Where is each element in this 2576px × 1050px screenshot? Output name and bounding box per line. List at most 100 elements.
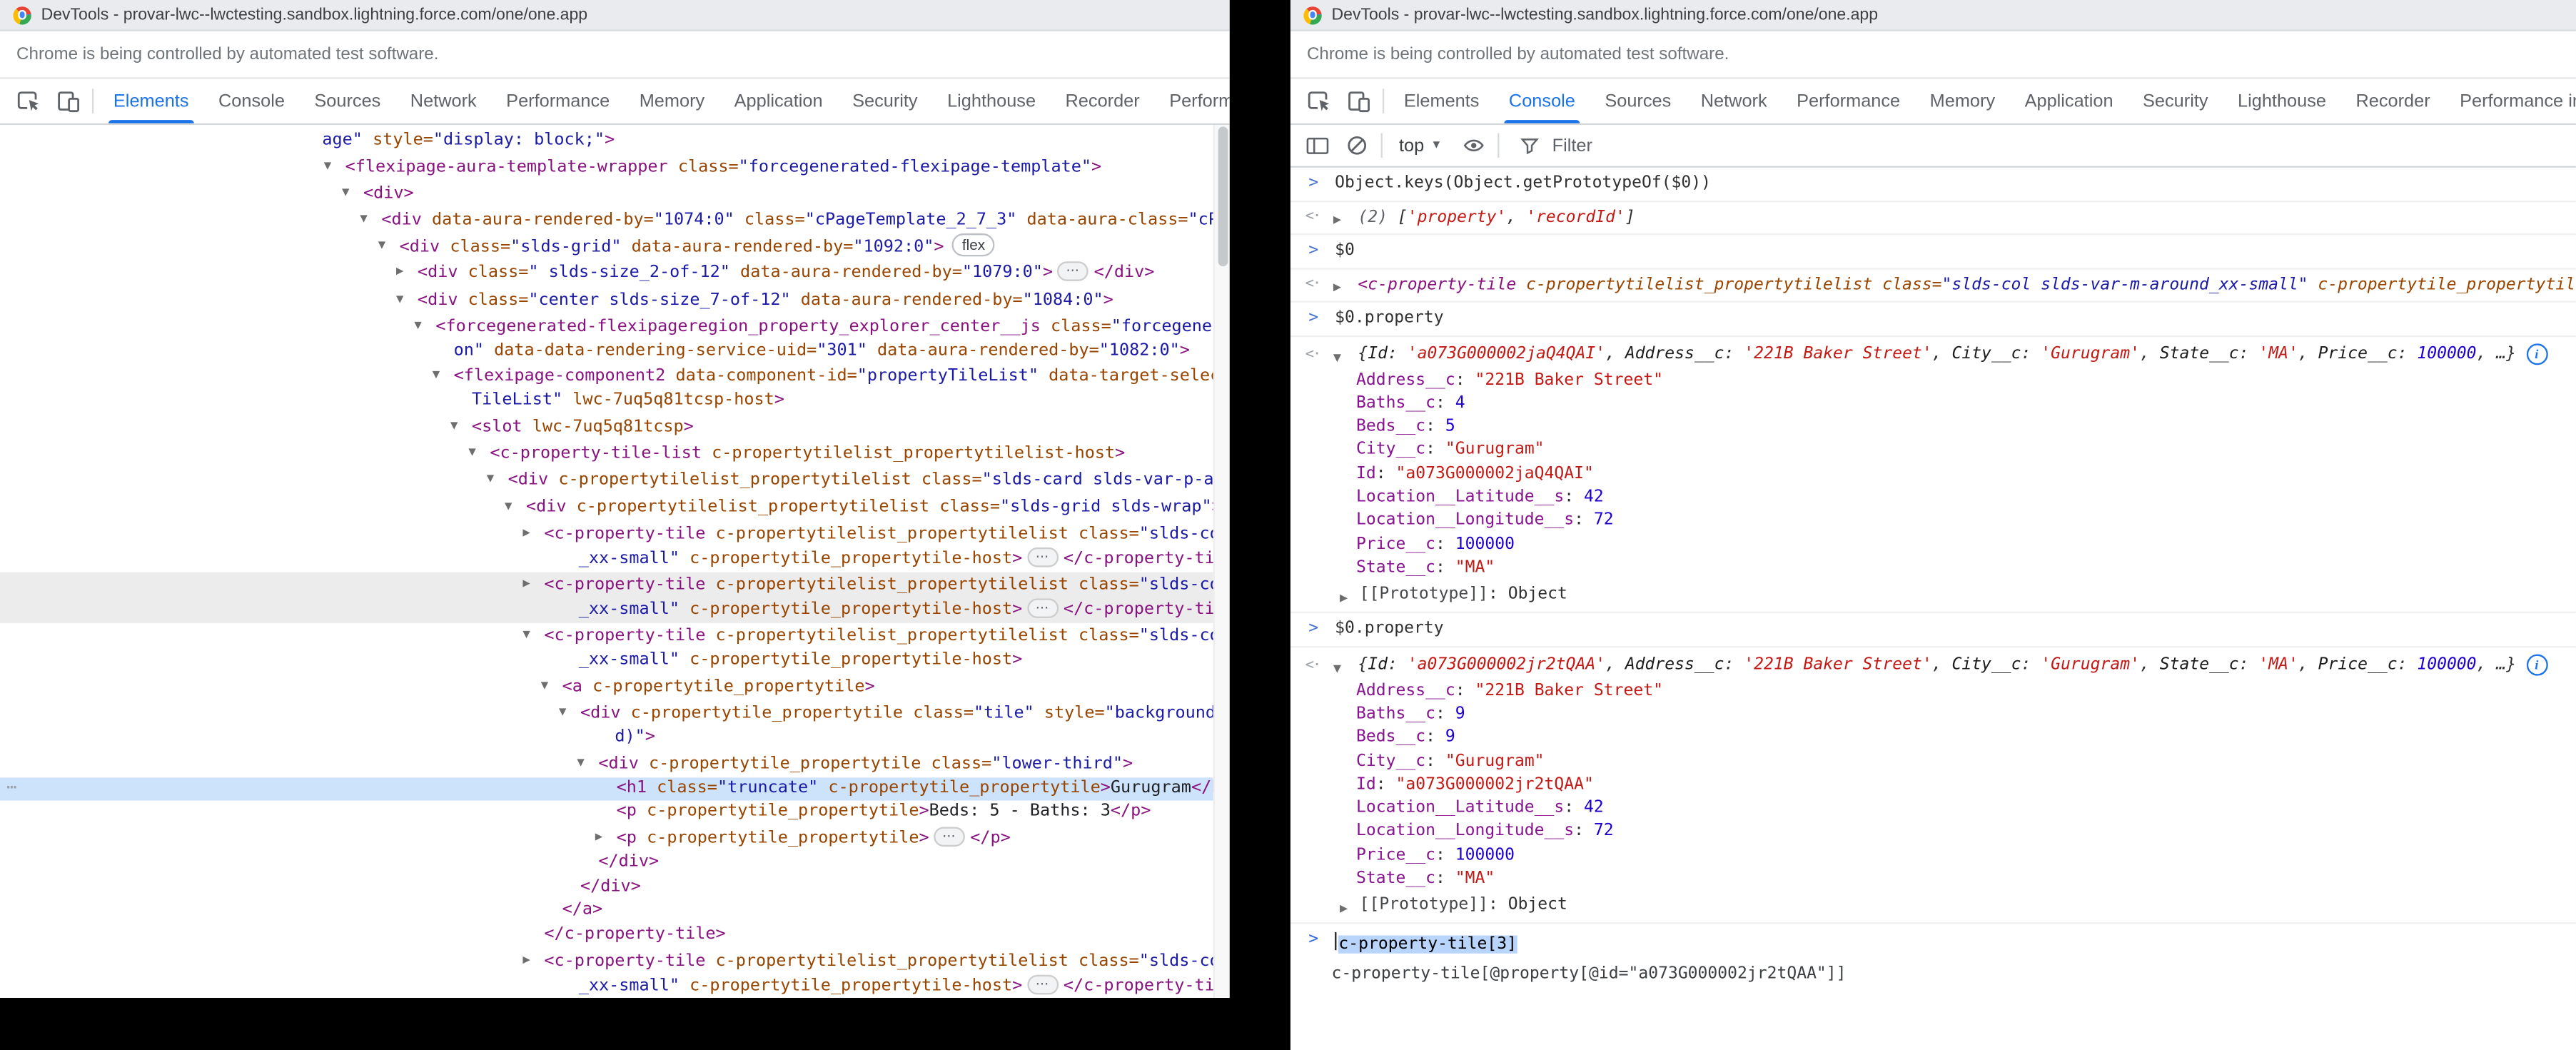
object-preview-row[interactable]: <· ▼ {Id: 'a073G000002jaQ4QAI', Address__c… (1290, 341, 2576, 366)
object-property-row[interactable]: Address__c: "221B Baker Street" (1356, 680, 2576, 704)
expand-arrow-icon[interactable]: ▶ (1333, 276, 1341, 298)
dom-tree-line[interactable]: d)"> (0, 727, 1215, 751)
collapse-arrow-icon[interactable]: ▼ (1333, 344, 1341, 369)
console-result[interactable]: <· ▶ (2) ['property', 'recordId'] (1290, 201, 2576, 236)
dom-tree-line[interactable]: ▼ <div c-propertytilelist_propertytilelis… (0, 494, 1215, 521)
dom-tree-line[interactable]: _xx-small" c-propertytile_propertytile-h… (0, 974, 1215, 998)
object-property-row[interactable]: Location__Longitude__s: 72 (1356, 510, 2576, 534)
tab-security[interactable]: Security (2128, 79, 2223, 123)
device-toolbar-icon[interactable] (1338, 81, 1378, 121)
dom-tree-line[interactable]: ▼ <c-property-tile-list c-propertytilelis… (0, 441, 1215, 468)
object-property-row[interactable]: Beds__c: 5 (1356, 416, 2576, 440)
dom-tree-line[interactable]: ▼ <a c-propertytile_propertytile> (0, 674, 1215, 700)
expand-arrow-icon[interactable]: ▶ (595, 825, 617, 849)
live-expression-eye-icon[interactable] (1453, 126, 1492, 165)
console-input-text[interactable]: c-property-tile[3] (1338, 935, 1517, 953)
dom-tree-line[interactable]: _xx-small" c-propertytile_propertytile-h… (0, 547, 1215, 572)
titlebar[interactable]: DevTools - provar-lwc--lwctesting.sandbo… (1290, 0, 2576, 31)
collapse-arrow-icon[interactable]: ▼ (1333, 655, 1341, 680)
tab-lighthouse[interactable]: Lighthouse (2223, 79, 2340, 123)
show-more-button[interactable]: ⋯ (1027, 598, 1059, 619)
collapse-arrow-icon[interactable]: ▼ (433, 364, 454, 388)
expand-arrow-icon[interactable]: ▶ (1340, 585, 1348, 610)
object-preview-row[interactable]: <· ▼ {Id: 'a073G000002jr2tQAA', Address__c… (1290, 652, 2576, 677)
tab-lighthouse[interactable]: Lighthouse (932, 79, 1050, 123)
object-property-row[interactable]: Price__c: 100000 (1356, 534, 2576, 557)
dom-tree-line[interactable]: ▶ <div class=" slds-size_2-of-12" data-au… (0, 261, 1215, 287)
tab-elements[interactable]: Elements (1389, 79, 1494, 123)
collapse-arrow-icon[interactable]: ▼ (342, 181, 363, 205)
tab-console[interactable]: Console (203, 79, 299, 123)
dom-tree-line[interactable]: </a> (0, 900, 1215, 924)
object-property-row[interactable]: Location__Longitude__s: 72 (1356, 821, 2576, 844)
collapse-arrow-icon[interactable]: ▼ (378, 234, 400, 258)
dom-tree-line[interactable]: TileList" lwc-7uq5q81tcsp-host> (0, 390, 1215, 415)
flex-badge[interactable]: flex (952, 233, 995, 256)
tab-performance-insights[interactable]: Performance insights (1154, 79, 1230, 123)
dom-tree-line[interactable]: ▼ <flexipage-component2 data-component-id… (0, 364, 1215, 390)
collapse-arrow-icon[interactable]: ▼ (541, 674, 562, 698)
javascript-context-selector[interactable]: top ▼ (1388, 136, 1454, 156)
console-command[interactable]: > $0.property (1290, 613, 2576, 647)
tab-application[interactable]: Application (719, 79, 837, 123)
dom-tree-line[interactable]: ▶ <c-property-tile c-propertytilelist_pro… (0, 572, 1215, 599)
show-more-button[interactable]: ⋯ (934, 827, 966, 847)
expand-arrow-icon[interactable]: ▶ (522, 521, 544, 545)
dom-tree-line[interactable]: ▶ <c-property-tile c-propertytilelist_pro… (0, 521, 1215, 547)
expand-arrow-icon[interactable]: ▶ (1333, 208, 1341, 230)
collapse-arrow-icon[interactable]: ▼ (559, 700, 580, 725)
clear-console-icon[interactable] (1336, 126, 1375, 165)
collapse-arrow-icon[interactable]: ▼ (468, 441, 490, 465)
tab-application[interactable]: Application (2010, 79, 2128, 123)
collapse-arrow-icon[interactable]: ▼ (505, 495, 526, 519)
object-property-row[interactable]: Baths__c: 4 (1356, 393, 2576, 416)
tab-sources[interactable]: Sources (300, 79, 395, 123)
tab-performance[interactable]: Performance (491, 79, 625, 123)
inspect-element-icon[interactable] (9, 81, 48, 121)
object-property-row[interactable]: Id: "a073G000002jaQ4QAI" (1356, 463, 2576, 487)
collapse-arrow-icon[interactable]: ▼ (487, 468, 508, 492)
console-result[interactable]: <· ▶ <c-property-tile c-propertytilelist_p… (1290, 269, 2576, 303)
object-property-row[interactable]: Beds__c: 9 (1356, 727, 2576, 751)
tab-network[interactable]: Network (395, 79, 491, 123)
collapse-arrow-icon[interactable]: ▼ (577, 751, 598, 775)
collapse-arrow-icon[interactable]: ▼ (360, 207, 381, 231)
dom-tree-line[interactable]: ▼ <slot lwc-7uq5q81tcsp> (0, 414, 1215, 440)
dom-tree-line[interactable]: </div> (0, 876, 1215, 900)
dom-tree-line[interactable]: ▶ <c-property-tile c-propertytilelist_pro… (0, 948, 1215, 974)
inspect-element-icon[interactable] (1298, 81, 1338, 121)
dom-tree-line[interactable]: ▶ <p c-propertytile_propertytile> ⋯ </p> (0, 825, 1215, 852)
object-property-row[interactable]: Location__Latitude__s: 42 (1356, 487, 2576, 510)
object-property-row[interactable]: City__c: "Gurugram" (1356, 440, 2576, 463)
dom-tree-line[interactable]: ▼ <div class="slds-grid" data-aura-render… (0, 233, 1215, 261)
info-icon[interactable]: i (2525, 343, 2547, 365)
console-command[interactable]: > $0.property (1290, 303, 2576, 336)
console-sidebar-icon[interactable] (1297, 126, 1336, 165)
tab-recorder[interactable]: Recorder (1051, 79, 1155, 123)
dom-tree-line[interactable]: ▼ <div class="center slds-size_7-of-12" d… (0, 287, 1215, 313)
object-property-row[interactable]: Price__c: 100000 (1356, 844, 2576, 868)
titlebar[interactable]: DevTools - provar-lwc--lwctesting.sandbo… (0, 0, 1230, 31)
expand-arrow-icon[interactable]: ▶ (396, 261, 418, 285)
dom-tree-line[interactable]: _xx-small" c-propertytile_propertytile-h… (0, 650, 1215, 675)
expand-arrow-icon[interactable]: ▶ (522, 572, 544, 597)
prototype-row[interactable]: ▶ [[Prototype]]: Object (1290, 893, 2576, 918)
expand-arrow-icon[interactable]: ▶ (522, 948, 544, 972)
console-command[interactable]: > Object.keys(Object.getPrototypeOf($0)) (1290, 168, 2576, 202)
tab-recorder[interactable]: Recorder (2341, 79, 2445, 123)
object-property-row[interactable]: Address__c: "221B Baker Street" (1356, 369, 2576, 393)
dom-tree-line[interactable]: ▼ <flexipage-aura-template-wrapper class=… (0, 154, 1215, 181)
object-property-row[interactable]: Location__Latitude__s: 42 (1356, 797, 2576, 821)
dom-tree-line[interactable]: ▼ <div c-propertytile_propertytile class=… (0, 700, 1215, 727)
dom-tree-line[interactable]: </div> (0, 852, 1215, 876)
object-property-row[interactable]: State__c: "MA" (1356, 868, 2576, 892)
tab-console[interactable]: Console (1494, 79, 1590, 123)
tab-elements[interactable]: Elements (99, 79, 203, 123)
console-filter[interactable]: Filter (1505, 131, 1602, 160)
tab-security[interactable]: Security (837, 79, 932, 123)
tab-performance-insights[interactable]: Performance insights (2445, 79, 2576, 123)
object-property-row[interactable]: Baths__c: 9 (1356, 704, 2576, 727)
dom-tree-line[interactable]: ⋯ <h1 class="truncate" c-propertytile_pro… (0, 777, 1215, 802)
info-icon[interactable]: i (2525, 653, 2547, 675)
show-more-button[interactable]: ⋯ (1027, 547, 1059, 567)
